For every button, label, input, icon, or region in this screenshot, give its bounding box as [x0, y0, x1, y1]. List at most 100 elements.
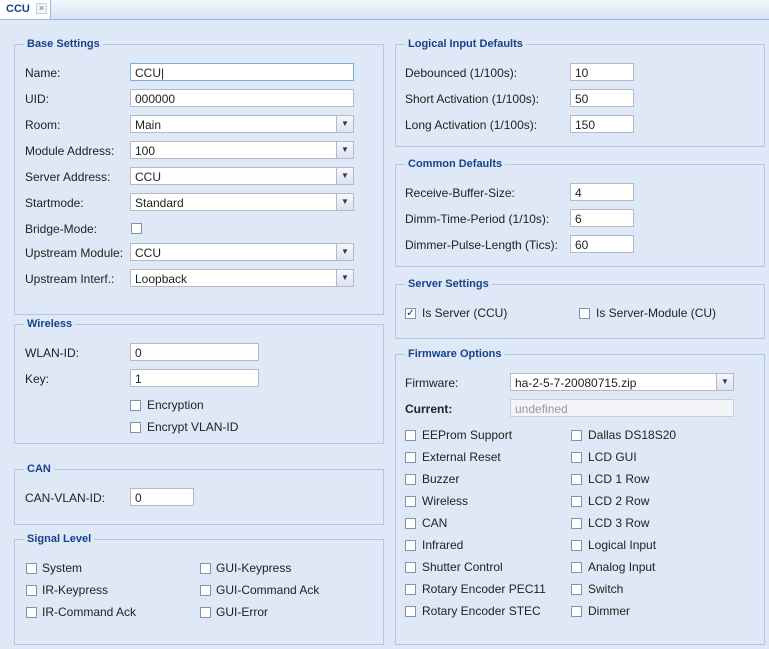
eeprom-support-label: EEProm Support	[422, 428, 513, 442]
close-icon[interactable]: ×	[36, 3, 47, 14]
long-activation-label: Long Activation (1/100s):	[405, 118, 538, 132]
chevron-down-icon[interactable]: ▼	[716, 374, 733, 390]
encryption-label: Encryption	[147, 398, 204, 412]
lcd-3-row-checkbox[interactable]	[571, 518, 582, 529]
is-server-checkbox[interactable]: ✓	[405, 308, 416, 319]
infrared-label: Infrared	[422, 538, 464, 552]
signal-system-label: System	[42, 561, 83, 575]
receive-buffer-size-label: Receive-Buffer-Size:	[405, 186, 515, 200]
upstream-interface-label: Upstream Interf.:	[25, 272, 115, 286]
module-address-label: Module Address:	[25, 144, 115, 158]
bridge-mode-checkbox[interactable]	[131, 223, 142, 234]
encrypt-vlan-id-checkbox[interactable]	[130, 422, 141, 433]
chevron-down-icon[interactable]: ▼	[336, 244, 353, 260]
dallas-ds18s20-checkbox[interactable]	[571, 430, 582, 441]
dimmer-checkbox[interactable]	[571, 606, 582, 617]
signal-ir-command-ack-checkbox[interactable]	[26, 607, 37, 618]
module-address-select[interactable]: 100 ▼	[130, 141, 354, 159]
encryption-checkbox[interactable]	[130, 400, 141, 411]
lcd-2-row-checkbox[interactable]	[571, 496, 582, 507]
can-vlan-id-label: CAN-VLAN-ID:	[25, 491, 106, 505]
analog-input-label: Analog Input	[588, 560, 656, 574]
external-reset-label: External Reset	[422, 450, 501, 464]
long-activation-field[interactable]: 150	[570, 115, 634, 133]
wlan-id-label: WLAN-ID:	[25, 346, 79, 360]
room-label: Room:	[25, 118, 61, 132]
dimmer-pulse-length-field[interactable]: 60	[570, 235, 634, 253]
lcd-3-row-label: LCD 3 Row	[588, 516, 650, 530]
lcd-1-row-label: LCD 1 Row	[588, 472, 650, 486]
logical-input-checkbox[interactable]	[571, 540, 582, 551]
chevron-down-icon[interactable]: ▼	[336, 270, 353, 286]
chevron-down-icon[interactable]: ▼	[336, 168, 353, 184]
tab-ccu[interactable]: CCU ×	[0, 0, 51, 19]
rotary-encoder-stec-label: Rotary Encoder STEC	[422, 604, 541, 618]
signal-ir-keypress-label: IR-Keypress	[42, 583, 109, 597]
tab-title: CCU	[6, 3, 30, 15]
is-server-module-checkbox[interactable]	[579, 308, 590, 319]
chevron-down-icon[interactable]: ▼	[336, 142, 353, 158]
short-activation-label: Short Activation (1/100s):	[405, 92, 540, 106]
firmware-label: Firmware:	[405, 376, 459, 390]
key-label: Key:	[25, 372, 50, 386]
shutter-control-checkbox[interactable]	[405, 562, 416, 573]
is-server-label: Is Server (CCU)	[422, 306, 508, 320]
can-label: CAN	[422, 516, 448, 530]
uid-label: UID:	[25, 92, 49, 106]
short-activation-field[interactable]: 50	[570, 89, 634, 107]
signal-ir-keypress-checkbox[interactable]	[26, 585, 37, 596]
signal-gui-command-ack-label: GUI-Command Ack	[216, 583, 320, 597]
lcd-gui-checkbox[interactable]	[571, 452, 582, 463]
can-vlan-id-field[interactable]: 0	[130, 488, 194, 506]
analog-input-checkbox[interactable]	[571, 562, 582, 573]
bridge-mode-label: Bridge-Mode:	[25, 222, 98, 236]
common-defaults-legend: Common Defaults	[408, 158, 503, 170]
encrypt-vlan-id-label: Encrypt VLAN-ID	[147, 420, 239, 434]
rotary-encoder-pec11-label: Rotary Encoder PEC11	[422, 582, 546, 596]
logical-input-label: Logical Input	[588, 538, 657, 552]
signal-gui-command-ack-checkbox[interactable]	[200, 585, 211, 596]
firmware-select[interactable]: ha-2-5-7-20080715.zip ▼	[510, 373, 734, 391]
signal-gui-error-label: GUI-Error	[216, 605, 268, 619]
signal-system-checkbox[interactable]	[26, 563, 37, 574]
switch-checkbox[interactable]	[571, 584, 582, 595]
wireless-checkbox[interactable]	[405, 496, 416, 507]
server-address-label: Server Address:	[25, 170, 111, 184]
dimm-time-period-field[interactable]: 6	[570, 209, 634, 227]
current-label: Current:	[405, 402, 453, 416]
current-field: undefined	[510, 399, 734, 417]
infrared-checkbox[interactable]	[405, 540, 416, 551]
logical-input-defaults-legend: Logical Input Defaults	[408, 38, 523, 50]
server-address-select[interactable]: CCU ▼	[130, 167, 354, 185]
dimmer-pulse-length-label: Dimmer-Pulse-Length (Tics):	[405, 238, 558, 252]
dallas-ds18s20-label: Dallas DS18S20	[588, 428, 677, 442]
lcd-1-row-checkbox[interactable]	[571, 474, 582, 485]
wlan-id-field[interactable]: 0	[130, 343, 259, 361]
signal-gui-keypress-checkbox[interactable]	[200, 563, 211, 574]
debounced-field[interactable]: 10	[570, 63, 634, 81]
startmode-label: Startmode:	[25, 196, 84, 210]
upstream-module-select[interactable]: CCU ▼	[130, 243, 354, 261]
chevron-down-icon[interactable]: ▼	[336, 194, 353, 210]
receive-buffer-size-field[interactable]: 4	[570, 183, 634, 201]
wireless-legend: Wireless	[27, 318, 73, 330]
rotary-encoder-pec11-checkbox[interactable]	[405, 584, 416, 595]
debounced-label: Debounced (1/100s):	[405, 66, 518, 80]
can-checkbox[interactable]	[405, 518, 416, 529]
chevron-down-icon[interactable]: ▼	[336, 116, 353, 132]
uid-field[interactable]: 000000	[130, 89, 354, 107]
buzzer-checkbox[interactable]	[405, 474, 416, 485]
room-select[interactable]: Main ▼	[130, 115, 354, 133]
rotary-encoder-stec-checkbox[interactable]	[405, 606, 416, 617]
startmode-select[interactable]: Standard ▼	[130, 193, 354, 211]
upstream-interface-select[interactable]: Loopback ▼	[130, 269, 354, 287]
name-field[interactable]: CCU|	[130, 63, 354, 81]
eeprom-support-checkbox[interactable]	[405, 430, 416, 441]
external-reset-checkbox[interactable]	[405, 452, 416, 463]
server-settings-legend: Server Settings	[408, 278, 489, 290]
wireless-label: Wireless	[422, 494, 469, 508]
tab-bar: CCU ×	[0, 0, 769, 20]
buzzer-label: Buzzer	[422, 472, 460, 486]
key-field[interactable]: 1	[130, 369, 259, 387]
signal-gui-error-checkbox[interactable]	[200, 607, 211, 618]
